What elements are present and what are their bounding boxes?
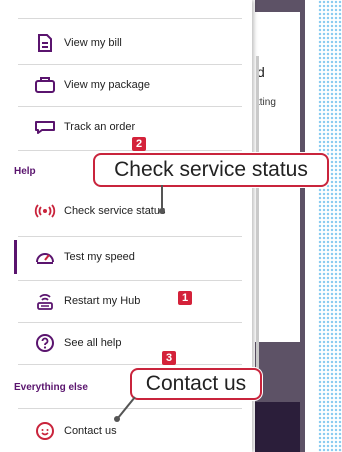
menu-item-label: Track an order xyxy=(64,121,136,133)
callout-badge: 1 xyxy=(178,291,192,305)
divider xyxy=(18,64,242,65)
decorative-dot-border xyxy=(318,0,342,452)
menu-item-label: View my package xyxy=(64,79,151,91)
bill-icon xyxy=(34,32,56,54)
menu-item-test-speed[interactable]: Test my speed xyxy=(0,238,252,276)
divider xyxy=(18,18,242,19)
callout-contact-us: Contact us xyxy=(130,368,262,400)
menu-item-see-all-help[interactable]: See all help xyxy=(0,324,252,362)
divider xyxy=(18,322,242,323)
callout-leader xyxy=(161,185,163,210)
menu-item-track-order[interactable]: Track an order xyxy=(0,108,252,146)
callout-badge: 2 xyxy=(132,137,146,151)
menu-item-label: Test my speed xyxy=(64,251,135,263)
menu-item-view-package[interactable]: View my package xyxy=(0,66,252,104)
scrollbar[interactable] xyxy=(256,56,259,368)
divider xyxy=(18,236,242,237)
menu-item-label: Check service status xyxy=(64,205,166,217)
callout-check-service-status: Check service status xyxy=(93,153,329,187)
callout-pointer xyxy=(159,208,165,214)
menu-item-label: Contact us xyxy=(64,425,117,437)
menu-item-label: See all help xyxy=(64,337,122,349)
background-panel xyxy=(255,402,300,452)
hub-icon xyxy=(34,290,56,312)
menu-item-check-service-status[interactable]: Check service status xyxy=(0,192,252,230)
section-heading-help: Help xyxy=(14,166,36,177)
callout-badge: 3 xyxy=(162,351,176,365)
menu-item-view-bill[interactable]: View my bill xyxy=(0,24,252,62)
menu-item-label: View my bill xyxy=(64,37,122,49)
contact-icon xyxy=(34,420,56,442)
speedometer-icon xyxy=(34,246,56,268)
help-icon xyxy=(34,332,56,354)
divider xyxy=(18,364,242,365)
section-heading-everything-else: Everything else xyxy=(14,382,88,393)
divider xyxy=(18,150,242,151)
package-icon xyxy=(34,74,56,96)
divider xyxy=(18,280,242,281)
divider xyxy=(18,106,242,107)
background-text: tting xyxy=(257,97,276,108)
order-icon xyxy=(34,116,56,138)
callout-leader xyxy=(114,396,136,422)
menu-item-restart-hub[interactable]: Restart my Hub xyxy=(0,282,252,320)
menu-item-label: Restart my Hub xyxy=(64,295,141,307)
service-status-icon xyxy=(34,200,56,222)
